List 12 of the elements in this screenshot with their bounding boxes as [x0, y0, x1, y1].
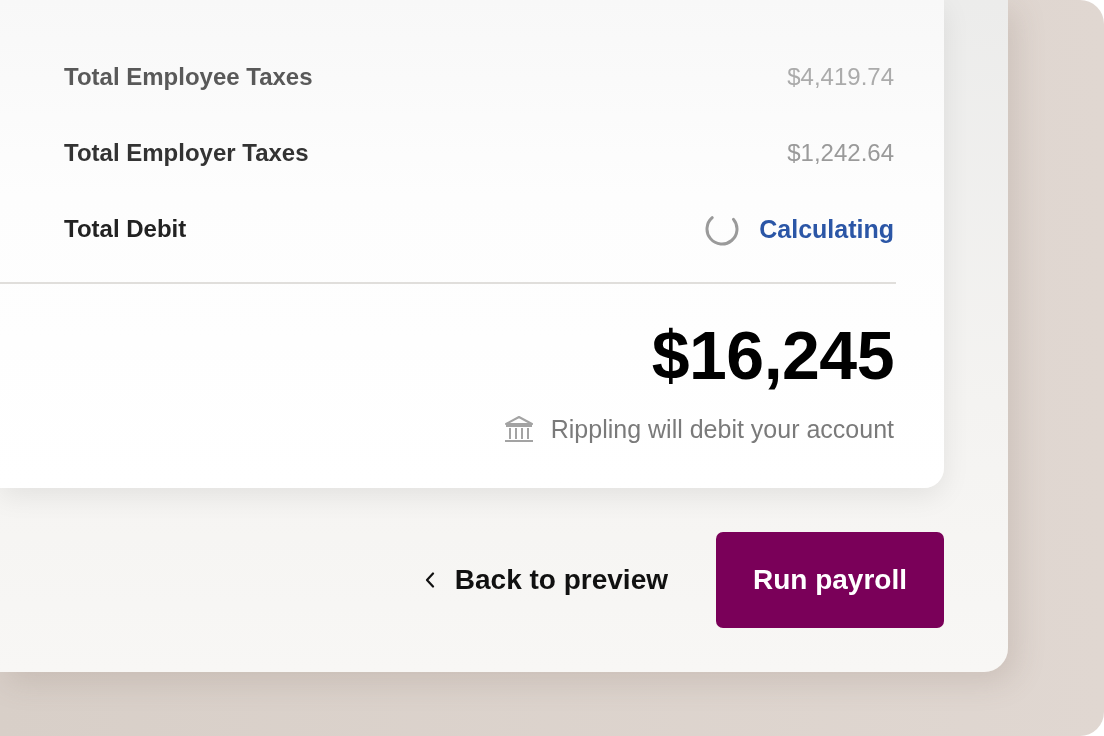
back-link[interactable]: Back to preview — [424, 563, 668, 597]
run-payroll-button[interactable]: Run payroll — [716, 532, 944, 628]
row-label: Total Employee Taxes — [64, 62, 313, 92]
total-amount: $16,245 — [651, 318, 894, 392]
row-amount: $4,419.74 — [787, 62, 894, 92]
row-amount: $1,242.64 — [787, 138, 894, 168]
debit-note: Rippling will debit your account — [550, 414, 894, 444]
status-text: Calculating — [759, 214, 894, 244]
row-label: Total Employer Taxes — [64, 138, 309, 168]
bank-icon — [503, 415, 534, 443]
chevron-left-icon — [424, 572, 435, 588]
row-label: Total Debit — [64, 214, 187, 244]
